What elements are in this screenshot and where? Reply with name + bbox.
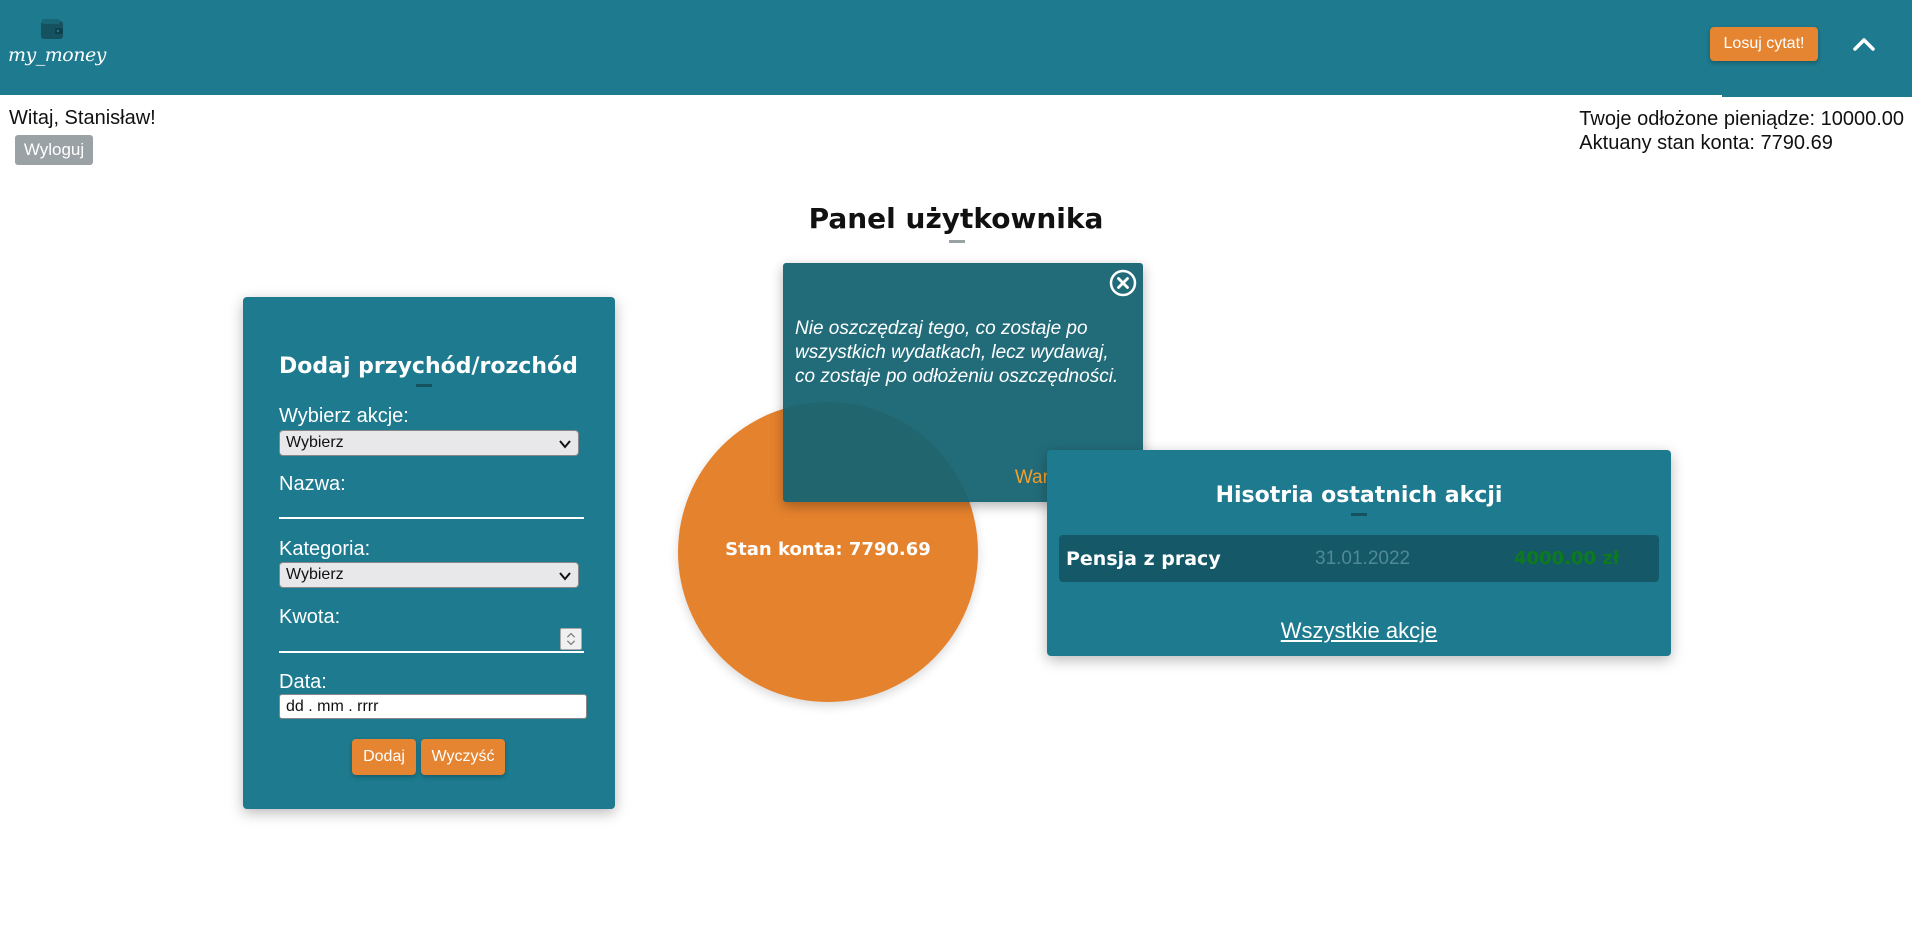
name-input[interactable] bbox=[279, 493, 584, 519]
add-button[interactable]: Dodaj bbox=[352, 739, 416, 775]
app-logo[interactable]: my_money bbox=[8, 18, 106, 74]
history-title-underline bbox=[1351, 513, 1367, 516]
title-underline bbox=[949, 240, 965, 243]
number-spinner-icon[interactable] bbox=[560, 628, 582, 650]
category-select[interactable]: Wybierz bbox=[279, 562, 579, 588]
action-name: Pensja z pracy bbox=[1066, 548, 1221, 570]
balance-text: Stan konta: 7790.69 bbox=[725, 539, 931, 560]
all-actions-link[interactable]: Wszystkie akcje bbox=[1047, 618, 1671, 644]
logout-button[interactable]: Wyloguj bbox=[15, 135, 93, 165]
action-select-value: Wybierz bbox=[286, 434, 344, 451]
form-title-underline bbox=[416, 384, 432, 387]
top-navbar: my_money Losuj cytat! bbox=[0, 0, 1912, 95]
wallet-icon bbox=[41, 19, 63, 39]
amount-label: Kwota: bbox=[279, 606, 341, 628]
page-title: Panel użytkownika bbox=[808, 202, 1104, 235]
add-transaction-form: Dodaj przychód/rozchód Wybierz akcje: Wy… bbox=[243, 297, 615, 809]
category-select-value: Wybierz bbox=[286, 566, 344, 583]
savings-text: Twoje odłożone pieniądze: 10000.00 bbox=[1579, 108, 1904, 130]
logo-text: my_money bbox=[8, 44, 106, 66]
action-label: Wybierz akcje: bbox=[279, 405, 409, 427]
date-label: Data: bbox=[279, 671, 327, 693]
chevron-down-icon bbox=[559, 572, 571, 581]
action-select[interactable]: Wybierz bbox=[279, 430, 579, 456]
clear-button[interactable]: Wyczyść bbox=[421, 739, 505, 775]
amount-input[interactable] bbox=[279, 627, 584, 653]
action-date: 31.01.2022 bbox=[1315, 548, 1411, 569]
chevron-up-icon[interactable] bbox=[1850, 30, 1878, 58]
recent-actions-card: Hisotria ostatnich akcji Pensja z pracy … bbox=[1047, 450, 1671, 656]
action-amount: 4000.00 zł bbox=[1514, 548, 1620, 569]
greeting-text: Witaj, Stanisław! bbox=[9, 107, 156, 129]
close-icon[interactable] bbox=[1108, 268, 1138, 298]
nav-strip bbox=[1722, 93, 1912, 97]
random-quote-button[interactable]: Losuj cytat! bbox=[1710, 27, 1818, 61]
account-summary: Twoje odłożone pieniądze: 10000.00 Aktua… bbox=[1579, 107, 1904, 155]
form-title: Dodaj przychód/rozchód bbox=[279, 354, 578, 379]
chevron-down-icon bbox=[559, 440, 571, 449]
date-input[interactable]: dd . mm . rrrr bbox=[279, 694, 587, 719]
category-label: Kategoria: bbox=[279, 538, 371, 560]
current-balance-text: Aktuany stan konta: 7790.69 bbox=[1579, 132, 1833, 154]
history-title: Hisotria ostatnich akcji bbox=[1215, 483, 1503, 508]
list-item[interactable]: Pensja z pracy 31.01.2022 4000.00 zł bbox=[1059, 535, 1659, 582]
quote-text: Nie oszczędzaj tego, co zostaje po wszys… bbox=[795, 318, 1119, 387]
